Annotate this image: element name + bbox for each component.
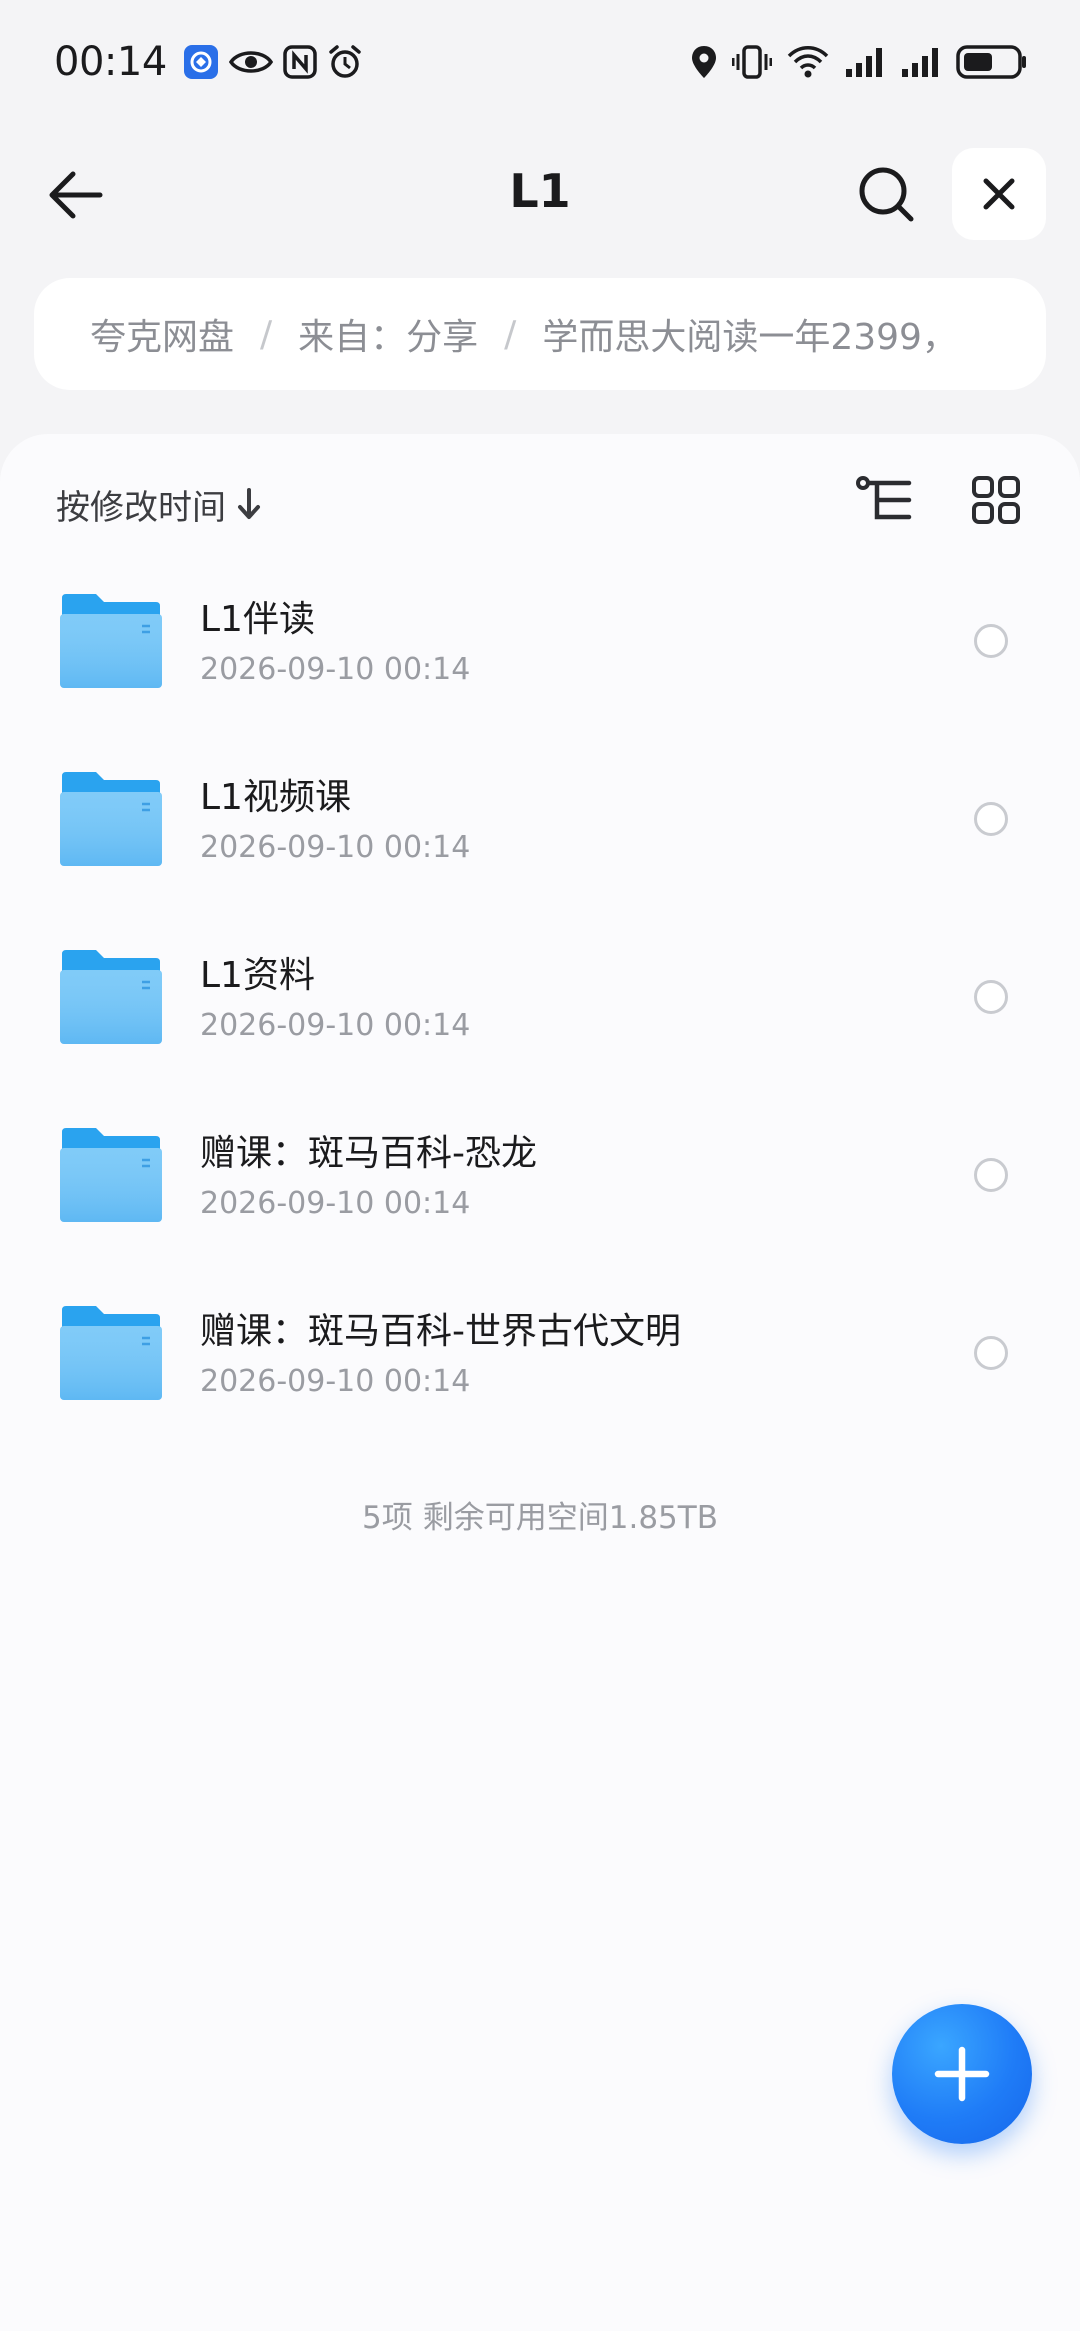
file-date: 2026-09-10 00:14 bbox=[200, 1186, 471, 1221]
item-count: 5项 bbox=[362, 1500, 413, 1536]
vibrate-icon bbox=[732, 44, 772, 80]
select-checkbox[interactable] bbox=[974, 1336, 1008, 1370]
breadcrumb-item-folder[interactable]: 学而思大阅读一年2399， bbox=[542, 308, 958, 360]
battery-icon bbox=[956, 44, 1028, 80]
search-button[interactable] bbox=[850, 158, 922, 230]
list-item[interactable]: 赠课：斑马百科-恐龙 2026-09-10 00:14 bbox=[0, 1086, 1080, 1264]
alarm-icon bbox=[327, 44, 363, 80]
file-name: 赠课：斑马百科-恐龙 bbox=[200, 1133, 537, 1174]
file-date: 2026-09-10 00:14 bbox=[200, 652, 471, 687]
breadcrumb-separator: / bbox=[260, 313, 273, 355]
file-list: L1伴读 2026-09-10 00:14 L1视频课 2026-09-10 0… bbox=[0, 552, 1080, 1442]
breadcrumb: 夸克网盘 / 来自：分享 / 学而思大阅读一年2399， bbox=[34, 278, 1046, 390]
grid-view-button[interactable] bbox=[964, 468, 1028, 532]
tree-view-icon bbox=[856, 476, 912, 520]
list-item[interactable]: L1伴读 2026-09-10 00:14 bbox=[0, 552, 1080, 730]
signal-icon bbox=[900, 45, 942, 79]
status-right bbox=[690, 44, 1028, 80]
file-name: 赠课：斑马百科-世界古代文明 bbox=[200, 1311, 681, 1352]
folder-icon bbox=[60, 950, 162, 1044]
file-date: 2026-09-10 00:14 bbox=[200, 1364, 471, 1399]
screen: 00:14 L1 夸克网盘 / 来自：分享 / 学而思大阅读一年2399， 按修… bbox=[0, 0, 1080, 2331]
plus-icon bbox=[934, 2046, 990, 2102]
folder-icon bbox=[60, 1128, 162, 1222]
status-time: 00:14 bbox=[54, 39, 167, 85]
storage-summary: 5项 剩余可用空间1.85TB bbox=[0, 1492, 1080, 1537]
file-name: L1伴读 bbox=[200, 599, 315, 640]
select-checkbox[interactable] bbox=[974, 980, 1008, 1014]
signal-icon bbox=[844, 45, 886, 79]
free-space: 剩余可用空间1.85TB bbox=[422, 1500, 718, 1536]
sort-button[interactable]: 按修改时间 bbox=[56, 474, 262, 534]
app-notification-icon bbox=[183, 44, 219, 80]
select-checkbox[interactable] bbox=[974, 624, 1008, 658]
status-bar: 00:14 bbox=[0, 0, 1080, 124]
breadcrumb-separator: / bbox=[504, 313, 517, 355]
list-item[interactable]: 赠课：斑马百科-世界古代文明 2026-09-10 00:14 bbox=[0, 1264, 1080, 1442]
status-left: 00:14 bbox=[54, 39, 363, 85]
file-name: L1资料 bbox=[200, 955, 315, 996]
eye-icon bbox=[228, 47, 273, 77]
select-checkbox[interactable] bbox=[974, 802, 1008, 836]
file-name: L1视频课 bbox=[200, 777, 351, 818]
wifi-icon bbox=[786, 44, 830, 80]
folder-icon bbox=[60, 594, 162, 688]
tree-view-button[interactable] bbox=[852, 468, 916, 532]
arrow-down-icon bbox=[238, 488, 260, 519]
file-date: 2026-09-10 00:14 bbox=[200, 830, 471, 865]
nfc-icon bbox=[283, 45, 317, 79]
breadcrumb-item-shared[interactable]: 来自：分享 bbox=[298, 308, 478, 360]
close-icon bbox=[983, 178, 1015, 210]
breadcrumb-item-root[interactable]: 夸克网盘 bbox=[90, 308, 234, 360]
select-checkbox[interactable] bbox=[974, 1158, 1008, 1192]
file-date: 2026-09-10 00:14 bbox=[200, 1008, 471, 1043]
location-icon bbox=[690, 44, 718, 80]
folder-icon bbox=[60, 772, 162, 866]
add-button[interactable] bbox=[892, 2004, 1032, 2144]
close-button[interactable] bbox=[952, 148, 1046, 240]
list-item[interactable]: L1视频课 2026-09-10 00:14 bbox=[0, 730, 1080, 908]
sort-label: 按修改时间 bbox=[56, 487, 226, 528]
top-app-bar: L1 bbox=[0, 146, 1080, 242]
grid-view-icon bbox=[972, 476, 1020, 524]
folder-icon bbox=[60, 1306, 162, 1400]
list-item[interactable]: L1资料 2026-09-10 00:14 bbox=[0, 908, 1080, 1086]
search-icon bbox=[859, 167, 914, 222]
